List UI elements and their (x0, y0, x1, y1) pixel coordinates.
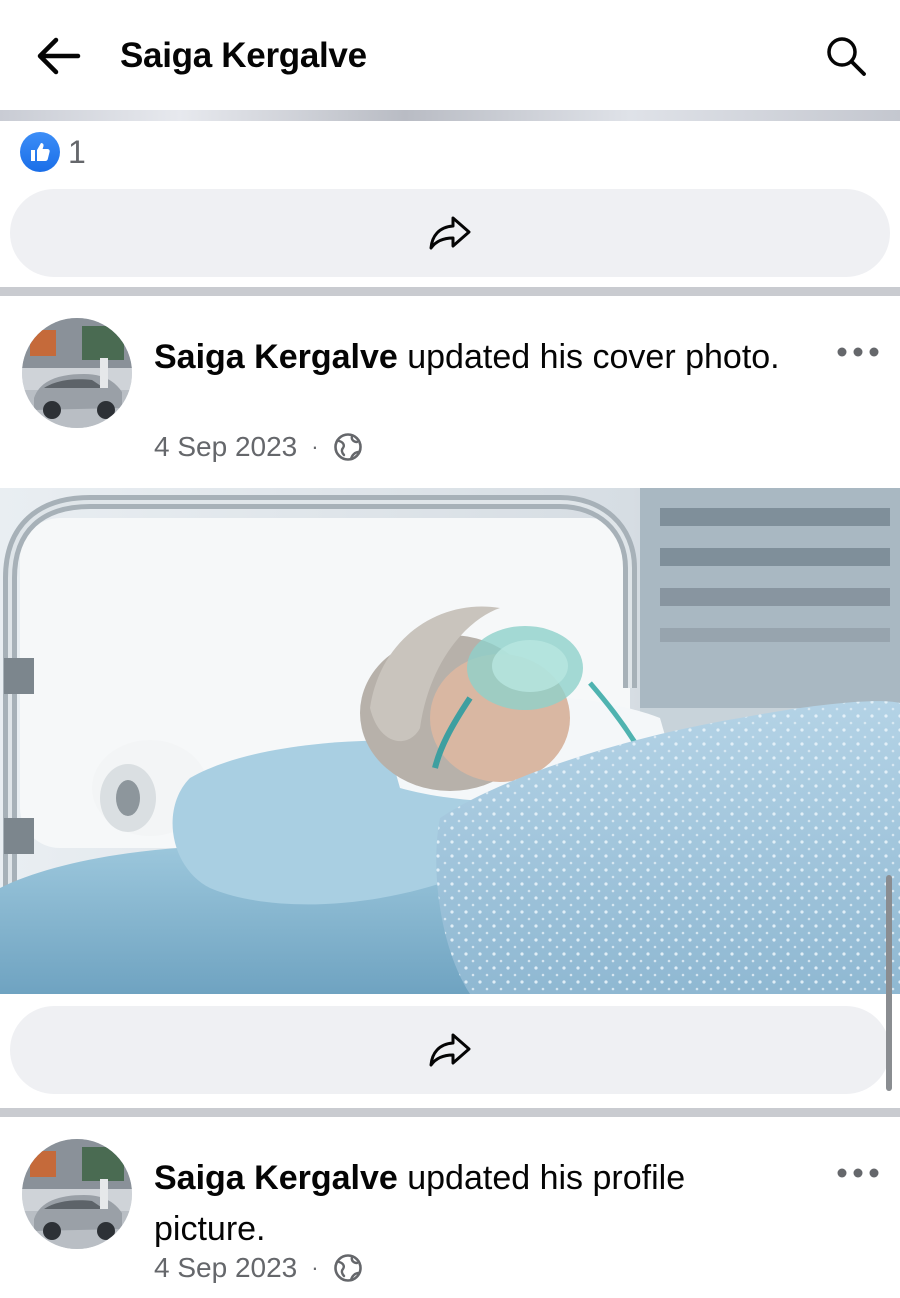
page-title: Saiga Kergalve (120, 36, 367, 75)
post-meta: 4 Sep 2023 · (154, 1251, 363, 1285)
post-meta: 4 Sep 2023 · (154, 430, 363, 464)
meta-separator: · (311, 434, 319, 459)
post-header: Saiga Kergalve updated his profile pictu… (0, 1117, 900, 1283)
author-name[interactable]: Saiga Kergalve (154, 1159, 398, 1197)
reaction-summary[interactable]: 1 (20, 132, 86, 172)
more-options-button[interactable] (834, 1163, 884, 1183)
share-button[interactable] (10, 1006, 890, 1094)
post-divider (0, 1108, 900, 1117)
globe-icon (333, 433, 362, 461)
post-date[interactable]: 4 Sep 2023 (154, 1252, 297, 1284)
post-action: updated his cover photo. (397, 338, 780, 376)
arrow-left-icon (37, 37, 81, 75)
back-button[interactable] (30, 32, 86, 80)
search-button[interactable] (820, 32, 872, 80)
post-text: Saiga Kergalve updated his cover photo. (154, 332, 794, 383)
globe-icon (333, 1254, 362, 1282)
previous-post-photo-edge[interactable] (0, 110, 900, 121)
more-dots-icon (837, 1168, 879, 1178)
reaction-count: 1 (68, 134, 86, 170)
post-text: Saiga Kergalve updated his profile pictu… (154, 1153, 794, 1255)
avatar[interactable] (22, 1139, 132, 1249)
cover-photo-image[interactable] (0, 488, 900, 994)
post-date[interactable]: 4 Sep 2023 (154, 431, 297, 463)
author-name[interactable]: Saiga Kergalve (154, 338, 398, 376)
post-header: Saiga Kergalve updated his cover photo. … (0, 296, 900, 462)
scrollbar[interactable] (886, 875, 892, 1091)
top-app-bar: Saiga Kergalve (0, 0, 900, 110)
share-icon (429, 216, 471, 250)
share-icon (429, 1033, 471, 1067)
more-options-button[interactable] (834, 342, 884, 362)
like-icon (20, 132, 60, 172)
search-icon (827, 37, 866, 76)
post-divider (0, 287, 900, 296)
avatar[interactable] (22, 318, 132, 428)
share-button[interactable] (10, 189, 890, 277)
more-dots-icon (837, 347, 879, 357)
meta-separator: · (311, 1255, 319, 1280)
